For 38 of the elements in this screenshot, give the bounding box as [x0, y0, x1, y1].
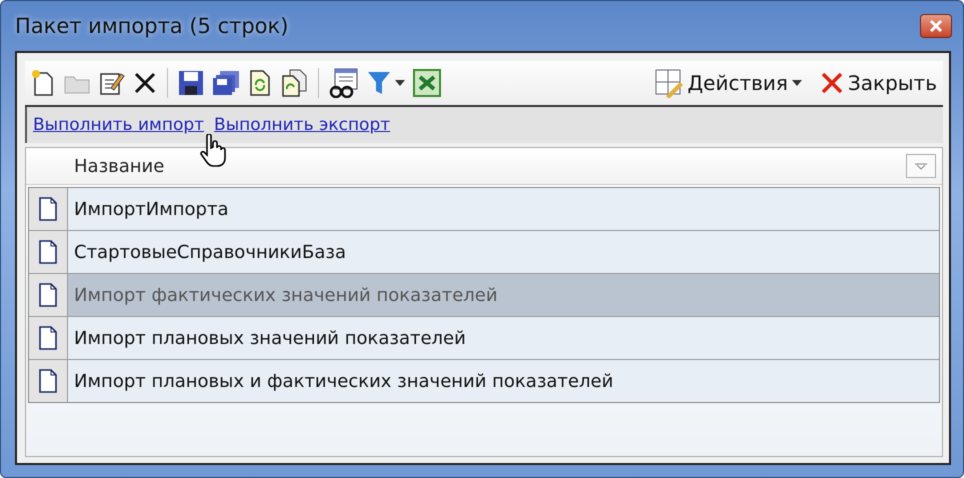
close-button[interactable]: Закрыть: [820, 71, 937, 95]
document-icon: [39, 197, 57, 221]
close-icon: [820, 71, 844, 95]
table-cell: ИмпортИмпорта: [74, 198, 229, 220]
document-icon: [39, 369, 57, 393]
report-icon[interactable]: [329, 68, 359, 98]
table-edit-icon: [654, 68, 684, 98]
action-link[interactable]: Выполнить экспорт: [214, 115, 390, 135]
document-icon: [39, 283, 57, 307]
table-cell: Импорт плановых значений показателей: [74, 328, 466, 348]
save-icon[interactable]: [178, 70, 204, 96]
spreadsheet-icon[interactable]: [413, 69, 441, 97]
refresh-document-icon[interactable]: [248, 69, 272, 97]
hand-cursor-icon: [199, 134, 229, 168]
table-row[interactable]: ИмпортИмпорта: [29, 188, 939, 231]
close-icon[interactable]: [920, 14, 952, 38]
table-cell: Импорт плановых и фактических значений показателей: [74, 370, 614, 392]
window-title: Пакет импорта (5 строк): [15, 14, 288, 38]
caret-icon: [395, 80, 405, 86]
caret-icon: [915, 162, 927, 170]
column-menu-button[interactable]: [906, 154, 936, 178]
table-row[interactable]: Импорт плановых и фактических значений показателей: [29, 360, 939, 402]
table-row[interactable]: Импорт плановых значений показателей: [29, 317, 939, 360]
caret-icon: [792, 80, 802, 86]
document-icon: [39, 240, 57, 264]
action-link[interactable]: Выполнить импорт: [33, 115, 204, 135]
new-document-icon[interactable]: [31, 69, 55, 97]
actions-button[interactable]: Действия: [654, 68, 802, 98]
copy-icon[interactable]: [280, 69, 308, 97]
save-all-icon[interactable]: [212, 70, 240, 96]
column-header: Название: [74, 156, 164, 176]
table-row[interactable]: Импорт фактических значений показателей: [29, 274, 939, 317]
table-cell: Импорт фактических значений показателей: [74, 284, 498, 306]
filter-button[interactable]: [367, 70, 405, 96]
table-row[interactable]: СтартовыеСправочникиБаза: [29, 231, 939, 274]
document-icon: [39, 326, 57, 350]
table-cell: СтартовыеСправочникиБаза: [74, 242, 346, 262]
delete-icon[interactable]: [133, 71, 157, 95]
